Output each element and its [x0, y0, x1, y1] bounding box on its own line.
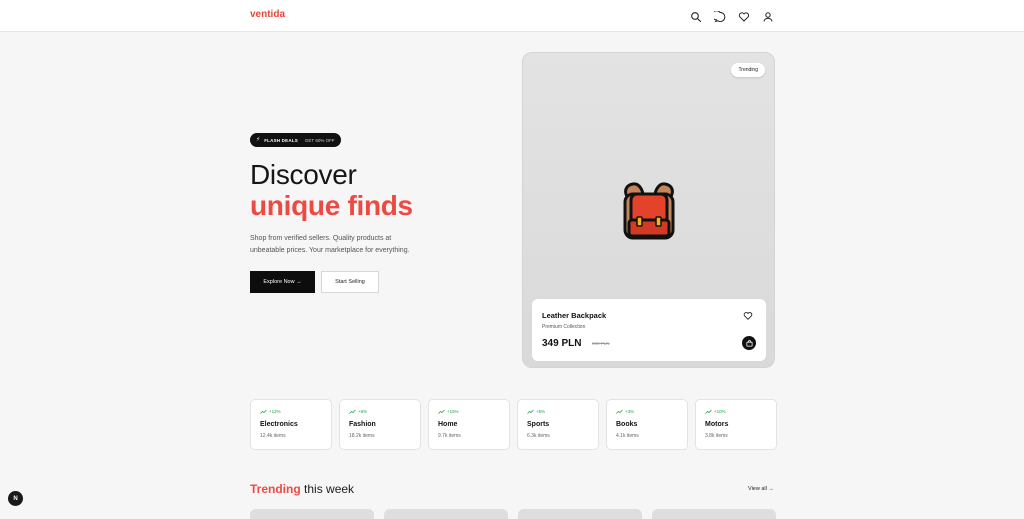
- category-trend-value: +12%: [269, 409, 281, 414]
- category-count: 6.3k items: [527, 433, 550, 439]
- trending-products-row: [250, 509, 776, 519]
- category-name: Fashion: [349, 421, 376, 428]
- category-count: 18.2k items: [349, 433, 375, 439]
- hero-subtext: Shop from verified sellers. Quality prod…: [250, 235, 410, 254]
- trending-product-card[interactable]: [250, 509, 374, 519]
- chat-icon[interactable]: [711, 10, 726, 23]
- category-trend-value: +8%: [358, 409, 368, 414]
- floating-action-button[interactable]: N: [8, 491, 23, 506]
- category-card-books[interactable]: +3% Books 4.1k items: [606, 399, 688, 450]
- category-trend: +8%: [349, 409, 367, 414]
- category-name: Home: [438, 421, 458, 428]
- category-card-motors[interactable]: +10% Motors 3.8k items: [695, 399, 777, 450]
- explore-now-button[interactable]: Explore Now →: [250, 271, 315, 293]
- search-icon[interactable]: [690, 10, 702, 23]
- section-title-rest: this week: [304, 482, 355, 496]
- category-count: 3.8k items: [705, 433, 728, 439]
- trend-up-icon: [349, 409, 356, 414]
- heart-icon[interactable]: [738, 10, 750, 22]
- start-selling-button[interactable]: Start Selling: [321, 271, 379, 293]
- trend-up-icon: [705, 409, 712, 414]
- view-all-link[interactable]: View all →: [748, 486, 774, 492]
- category-trend-value: +10%: [714, 409, 726, 414]
- category-trend: +15%: [438, 409, 459, 414]
- badge-label: FLASH DEALS: [264, 137, 298, 143]
- category-trend: +5%: [527, 409, 545, 414]
- top-navbar: ventida: [0, 0, 1024, 32]
- trend-up-icon: [438, 409, 445, 414]
- category-card-home[interactable]: +15% Home 9.7k items: [428, 399, 510, 450]
- trending-pill: Trending: [731, 63, 765, 77]
- featured-product-card[interactable]: Trending Leather Backpack Premium Collec…: [522, 52, 775, 368]
- trend-up-icon: [260, 409, 267, 414]
- category-name: Electronics: [260, 421, 298, 428]
- hero-cta-row: Explore Now → Start Selling: [250, 271, 500, 293]
- category-count: 4.1k items: [616, 433, 639, 439]
- section-title-accent: Trending: [250, 482, 301, 496]
- category-trend: +3%: [616, 409, 634, 414]
- backpack-icon: [623, 182, 675, 240]
- badge-offer: GET 60% OFF: [304, 137, 335, 143]
- user-icon[interactable]: [762, 10, 774, 22]
- category-name: Motors: [705, 421, 729, 428]
- cart-icon: [745, 339, 753, 347]
- bolt-icon: ⚡: [256, 137, 261, 143]
- hero-headline-line1: Discover: [250, 159, 357, 190]
- hero-section: ⚡ FLASH DEALS GET 60% OFF Discover uniqu…: [250, 128, 500, 293]
- product-old-price: 699 PLN: [592, 341, 610, 346]
- product-price: 349 PLN: [542, 338, 582, 349]
- trend-up-icon: [616, 409, 623, 414]
- category-name: Books: [616, 421, 638, 428]
- hero-headline-line2: unique finds: [250, 190, 413, 221]
- header-actions: [690, 10, 774, 23]
- category-card-electronics[interactable]: +12% Electronics 12.4k items: [250, 399, 332, 450]
- flash-deals-badge[interactable]: ⚡ FLASH DEALS GET 60% OFF: [250, 133, 341, 147]
- trend-up-icon: [527, 409, 534, 414]
- trending-section-title: Trending this week: [250, 482, 354, 496]
- fab-letter: N: [13, 495, 18, 502]
- category-count: 9.7k items: [438, 433, 461, 439]
- category-trend: +10%: [705, 409, 726, 414]
- category-trend: +12%: [260, 409, 281, 414]
- brand-logo[interactable]: ventida: [250, 9, 285, 20]
- trending-product-card[interactable]: [518, 509, 642, 519]
- product-info-card: Leather Backpack Premium Collection 349 …: [532, 299, 766, 361]
- product-collection: Premium Collection: [542, 324, 586, 330]
- trending-product-card[interactable]: [384, 509, 508, 519]
- category-trend-value: +15%: [447, 409, 459, 414]
- category-card-fashion[interactable]: +8% Fashion 18.2k items: [339, 399, 421, 450]
- category-list: +12% Electronics 12.4k items +8% Fashion…: [250, 399, 777, 450]
- category-name: Sports: [527, 421, 550, 428]
- category-trend-value: +3%: [625, 409, 635, 414]
- product-name: Leather Backpack: [542, 311, 607, 320]
- trending-product-card[interactable]: [652, 509, 776, 519]
- favorite-heart-icon[interactable]: [743, 311, 753, 321]
- add-to-cart-button[interactable]: [742, 336, 756, 350]
- category-count: 12.4k items: [260, 433, 286, 439]
- category-trend-value: +5%: [536, 409, 546, 414]
- category-card-sports[interactable]: +5% Sports 6.3k items: [517, 399, 599, 450]
